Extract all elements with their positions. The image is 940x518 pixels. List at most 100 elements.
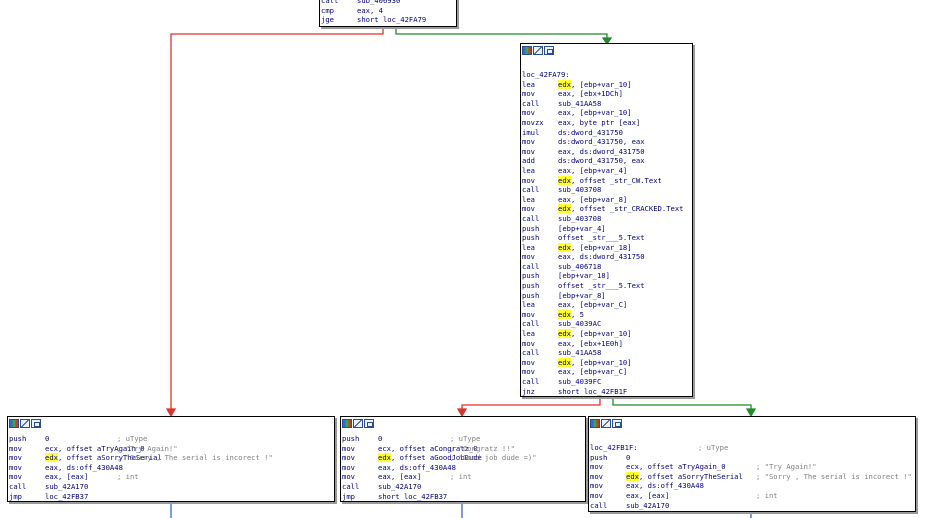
highlighted-register[interactable]: edx <box>558 309 571 319</box>
highlighted-register[interactable]: edx <box>558 242 571 252</box>
instruction-line[interactable]: mov eax, ds:off_430A48 <box>9 463 334 473</box>
operand-text: eax, [eax] <box>626 490 670 500</box>
mnemonic: add <box>522 156 535 166</box>
node-color-icon[interactable] <box>522 46 532 55</box>
instruction-line[interactable]: mov eax, ds:dword_431750 <box>522 252 692 262</box>
highlighted-register[interactable]: edx <box>45 453 58 463</box>
xrefs-icon[interactable] <box>612 419 622 428</box>
instruction-line[interactable]: push [ebp+var_8] <box>522 291 692 301</box>
mnemonic: mov <box>342 472 355 482</box>
graph-overview-icon[interactable] <box>20 419 30 428</box>
code-block-try-again[interactable]: push 0; uType mov ecx, offset aTryAgain_0; … <box>7 416 335 502</box>
instruction-line[interactable]: call sub_41AA58 <box>522 99 692 109</box>
instruction-line[interactable]: mov ds:dword_431750, eax <box>522 137 692 147</box>
operands: loc_42FB37 <box>45 492 117 501</box>
instruction-line[interactable]: mov eax, [ebp+var_C] <box>522 367 692 377</box>
instruction-line[interactable]: push 0 <box>590 453 915 463</box>
code-block-loc-42FA79[interactable]: loc_42FA79: lea edx, [ebp+var_10] mov eax, … <box>520 43 693 397</box>
instruction-line[interactable]: mov edx, offset aGoodJobDude; "Good job d… <box>342 453 585 463</box>
block-label[interactable]: loc_42FB1F: ; uType <box>590 443 915 453</box>
highlighted-register[interactable]: edx <box>378 453 391 463</box>
instruction-line[interactable]: call sub_41AA58 <box>522 348 692 358</box>
instruction-line[interactable]: call sub_403708 <box>522 185 692 195</box>
operands: edx, offset _str_CW.Text <box>558 175 662 185</box>
instruction-line[interactable]: call sub_4039AC <box>522 319 692 329</box>
block-label[interactable]: loc_42FA79: <box>522 70 692 80</box>
instruction-line[interactable]: push [ebp+var_18] <box>522 271 692 281</box>
instruction-line[interactable]: mov edx, 5 <box>522 309 692 320</box>
instruction-line[interactable]: push 0 ; uType <box>342 434 585 444</box>
instruction-line[interactable]: call sub_42A170 <box>590 501 915 511</box>
instruction-line[interactable]: call sub_403708 <box>522 214 692 224</box>
instruction-line[interactable]: jge short loc_42FA79 <box>321 15 456 25</box>
instruction-line[interactable]: mov edx, offset _str_CRACKED.Text <box>522 204 692 214</box>
instruction-line[interactable]: call sub_4039FC <box>522 377 692 387</box>
instruction-line[interactable]: push offset _str___5.Text <box>522 281 692 291</box>
code-block-top[interactable]: call sub_406930 cmp eax, 4 jge short loc_42FA… <box>319 0 457 27</box>
instruction-line[interactable]: mov eax, ds:dword_431750 <box>522 147 692 157</box>
block-header <box>341 417 585 431</box>
instruction-line[interactable]: jmp short loc_42FB37 <box>342 492 585 501</box>
instruction-line[interactable]: mov eax, [ebx+1E0h] <box>522 339 692 349</box>
instruction-line[interactable]: imul ds:dword_431750 <box>522 128 692 138</box>
instruction-line[interactable]: call sub_42A170 <box>9 482 334 492</box>
graph-overview-icon[interactable] <box>601 419 611 428</box>
mnemonic: push <box>590 452 608 462</box>
operand-text: eax, [ebx+1DCh] <box>558 89 623 99</box>
instruction-line[interactable]: mov eax, [eax] ; int <box>342 472 585 482</box>
operand-text: , [ebp+var_10] <box>570 329 632 339</box>
instruction-line[interactable]: mov eax, ds:off_430A48 <box>342 463 585 473</box>
instruction-line[interactable]: mov ecx, offset aCongratz_0; "Congratz !!… <box>342 444 585 454</box>
operand-text: 0 <box>626 452 631 462</box>
instruction-line[interactable]: lea edx, [ebp+var_10] <box>522 79 692 90</box>
instruction-line[interactable]: cmp eax, 4 <box>321 6 456 16</box>
instruction-line[interactable]: lea edx, [ebp+var_18] <box>522 242 692 253</box>
instruction-line[interactable]: mov edx, [ebp+var_10] <box>522 357 692 368</box>
instruction-line[interactable]: jnz short loc_42FB1F <box>522 387 692 396</box>
highlighted-register[interactable]: edx <box>558 329 571 339</box>
highlighted-register[interactable]: edx <box>558 79 571 89</box>
instruction-line[interactable]: push [ebp+var_4] <box>522 224 692 234</box>
instruction-line[interactable]: push 0 ; uType <box>9 434 334 444</box>
instruction-line[interactable]: mov edx, offset aSorryTheSerial; "Sorry ,… <box>590 471 915 482</box>
operands: edx, [ebp+var_10] <box>558 357 632 367</box>
highlighted-register[interactable]: edx <box>558 357 571 367</box>
graph-overview-icon[interactable] <box>353 419 363 428</box>
xrefs-icon[interactable] <box>364 419 374 428</box>
instruction-line[interactable]: movzx eax, byte ptr [eax] <box>522 118 692 128</box>
highlighted-register[interactable]: edx <box>558 175 571 185</box>
highlighted-register[interactable]: edx <box>626 471 639 481</box>
instruction-line[interactable]: mov ecx, offset aTryAgain_0; "Try Again!" <box>590 462 915 472</box>
instruction-line[interactable]: lea edx, [ebp+var_10] <box>522 329 692 339</box>
code-block-loc-42FB1F[interactable]: loc_42FB1F: ; uType push 0 mov ecx, offset a… <box>588 416 916 512</box>
instruction-line[interactable]: lea eax, [ebp+var_4] <box>522 166 692 176</box>
instruction-line[interactable]: mov eax, [eax] ; int <box>590 491 915 501</box>
code-block-congratz[interactable]: push 0; uType mov ecx, offset aCongratz_0; … <box>340 416 586 502</box>
operands: ds:dword_431750, eax <box>558 137 645 146</box>
instruction-line[interactable]: call sub_42A170 <box>342 482 585 492</box>
instruction-line[interactable]: mov eax, [ebx+1DCh] <box>522 89 692 99</box>
instruction-line[interactable]: push offset _str___5.Text <box>522 233 692 243</box>
mnemonic: call <box>522 261 540 271</box>
xrefs-icon[interactable] <box>31 419 41 428</box>
instruction-line[interactable]: mov edx, offset aSorryTheSerial; "Sorry ,… <box>9 453 334 463</box>
instruction-line[interactable]: lea eax, [ebp+var_8] <box>522 195 692 205</box>
instruction-line[interactable]: call sub_406718 <box>522 262 692 272</box>
xrefs-icon[interactable] <box>544 46 554 55</box>
mnemonic: lea <box>522 300 535 310</box>
mnemonic: jge <box>321 15 334 25</box>
instruction-line[interactable]: mov ecx, offset aTryAgain_0; "Try Again!" <box>9 444 334 454</box>
highlighted-register[interactable]: edx <box>558 204 571 214</box>
instruction-line[interactable]: add ds:dword_431750, eax <box>522 156 692 166</box>
instruction-line[interactable]: mov eax, [ebp+var_10] <box>522 108 692 118</box>
graph-overview-icon[interactable] <box>533 46 543 55</box>
node-color-icon[interactable] <box>342 419 352 428</box>
instruction-line[interactable]: lea eax, [ebp+var_C] <box>522 300 692 310</box>
mnemonic: mov <box>9 472 22 482</box>
node-color-icon[interactable] <box>9 419 19 428</box>
instruction-line[interactable]: mov eax, ds:off_430A48 <box>590 481 915 491</box>
instruction-line[interactable]: mov edx, offset _str_CW.Text <box>522 175 692 186</box>
instruction-line[interactable]: jmp loc_42FB37 <box>9 492 334 501</box>
instruction-line[interactable]: mov eax, [eax] ; int <box>9 472 334 482</box>
node-color-icon[interactable] <box>590 419 600 428</box>
